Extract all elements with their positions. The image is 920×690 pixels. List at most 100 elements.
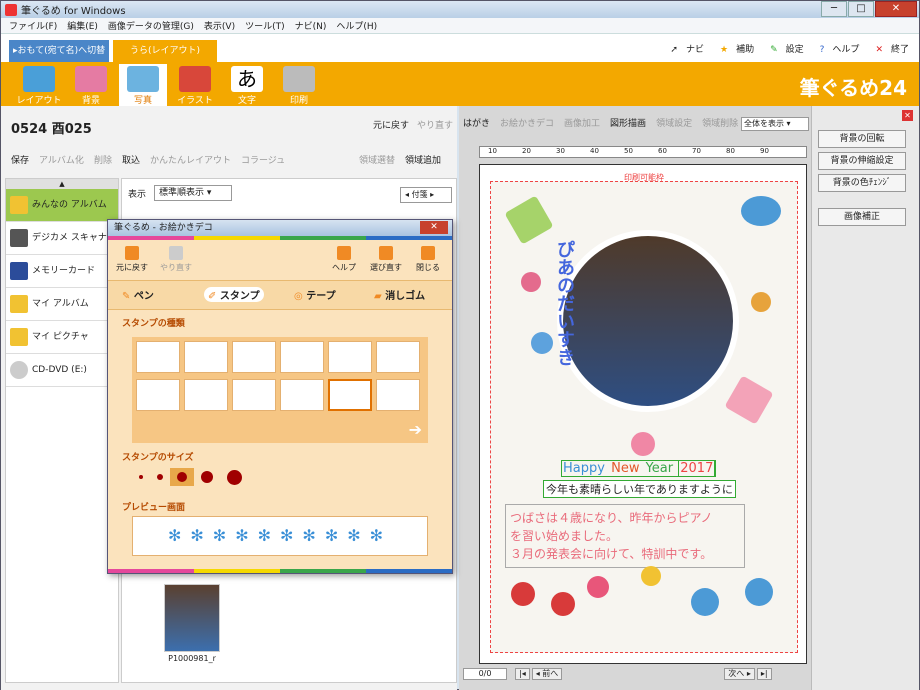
region-set-button[interactable]: 領域設定 — [656, 116, 692, 129]
tool-stamp[interactable]: ✐ スタンプ — [204, 287, 264, 302]
navi-link[interactable]: ➚ ナビ — [662, 42, 704, 55]
close-button[interactable]: ✕ — [875, 1, 917, 17]
stamp-butterflies[interactable] — [184, 341, 228, 373]
ribbon-background[interactable]: 背景 — [67, 64, 115, 106]
shape-draw-button[interactable]: 図形描画 — [610, 116, 646, 129]
last-page-button[interactable]: ▸| — [756, 668, 772, 680]
stamp-birds[interactable] — [232, 341, 276, 373]
happy-new-year-text[interactable]: Happy New Year 2017 — [561, 460, 717, 477]
stamp-bus[interactable] — [136, 379, 180, 411]
tab-front[interactable]: ▸おもて(宛て名)へ切替 — [9, 40, 109, 62]
sidebar-item-memory-card[interactable]: メモリーカード — [6, 255, 118, 288]
menu-view[interactable]: 表示(V) — [204, 19, 235, 32]
stamp-flowers[interactable] — [376, 379, 420, 411]
illust-icon — [179, 66, 211, 92]
dialog-exit-button[interactable]: 閉じる — [406, 246, 450, 273]
undo-button[interactable]: 元に戻す — [373, 118, 409, 131]
maximize-button[interactable]: □ — [848, 1, 874, 17]
sidebar-scroll-up[interactable]: ▲ — [6, 179, 118, 189]
albumize-button[interactable]: アルバム化 — [39, 153, 84, 166]
assist-link[interactable]: ★ 補助 — [712, 42, 754, 55]
settings-label: 設定 — [785, 45, 804, 55]
sidebar-item-cd-dvd[interactable]: CD-DVD (E:) — [6, 354, 118, 387]
sidebar-item-everyone-album[interactable]: みんなの アルバム — [6, 189, 118, 222]
stamp-drops[interactable] — [232, 379, 276, 411]
bg-stretch-button[interactable]: 背景の伸縮設定 — [818, 152, 906, 170]
stamp-notes[interactable] — [328, 341, 372, 373]
oekaki-deco-button[interactable]: お絵かきデコ — [500, 116, 554, 129]
menu-edit[interactable]: 編集(E) — [67, 19, 98, 32]
region-delete-button[interactable]: 領域削除 — [702, 116, 738, 129]
size-option-3-selected[interactable] — [170, 468, 194, 486]
stamp-paw[interactable] — [136, 341, 180, 373]
ribbon-illust[interactable]: イラスト — [171, 64, 219, 106]
region-replace-button[interactable]: 領域選替 — [359, 153, 395, 166]
dialog-reselect-button[interactable]: 選び直す — [364, 246, 408, 273]
print-area-label: 印刷可能枠 — [624, 173, 664, 182]
postcard-canvas[interactable]: 印刷可能枠 ぴあのだいすき Happy New Year 2017 今年も素晴ら… — [479, 164, 807, 664]
easy-layout-button[interactable]: かんたんレイアウト — [150, 153, 231, 166]
region-add-button[interactable]: 領域追加 — [405, 153, 441, 166]
stamp-candles[interactable] — [280, 379, 324, 411]
menu-help[interactable]: ヘルプ(H) — [336, 19, 377, 32]
menu-file[interactable]: ファイル(F) — [9, 19, 57, 32]
ribbon-text[interactable]: あ文字 — [223, 64, 271, 106]
dialog-close-button[interactable]: ✕ — [420, 221, 448, 234]
ruler-tick: 80 — [726, 147, 735, 155]
postcard-button[interactable]: はがき — [463, 116, 490, 129]
next-arrow-icon[interactable]: ➔ — [409, 420, 422, 439]
redo-button[interactable]: やり直す — [417, 118, 453, 131]
delete-button[interactable]: 削除 — [94, 153, 112, 166]
tool-label: スタンプ — [219, 291, 260, 302]
bg-rotate-button[interactable]: 背景の回転 — [818, 130, 906, 148]
greeting-line[interactable]: 今年も素晴らしい年でありますように — [543, 480, 736, 498]
size-option-1[interactable] — [139, 475, 143, 479]
menu-image-data[interactable]: 画像データの管理(G) — [108, 19, 194, 32]
child-photo[interactable] — [557, 230, 739, 412]
bg-color-change-button[interactable]: 背景の色ﾁｪﾝｼﾞ — [818, 174, 906, 192]
dialog-undo-button[interactable]: 元に戻す — [110, 246, 154, 273]
menu-navi[interactable]: ナビ(N) — [295, 19, 327, 32]
size-option-2[interactable] — [157, 474, 163, 480]
tool-eraser[interactable]: ▰ 消しゴム — [374, 287, 425, 302]
dialog-help-button[interactable]: ヘルプ — [322, 246, 366, 273]
stamp-fish[interactable] — [280, 341, 324, 373]
display-select[interactable]: 標準順表示 ▾ — [154, 185, 233, 201]
size-option-4[interactable] — [201, 471, 213, 483]
tool-pen[interactable]: ✎ ペン — [122, 287, 154, 302]
dialog-redo-button[interactable]: やり直す — [154, 246, 198, 273]
prev-page-button[interactable]: ◂ 前へ — [531, 668, 563, 680]
next-page-button[interactable]: 次へ ▸ — [724, 668, 755, 680]
photo-thumbnail[interactable]: P1000981_r — [152, 584, 232, 674]
stamp-holly[interactable] — [184, 379, 228, 411]
help-link[interactable]: ? ヘルプ — [812, 42, 860, 55]
ribbon-print[interactable]: 印刷 — [275, 64, 323, 106]
image-edit-button[interactable]: 画像加工 — [564, 116, 600, 129]
zoom-select[interactable]: 全体を表示 ▾ — [741, 117, 809, 131]
sidebar-item-camera[interactable]: デジカメ スキャナー — [6, 222, 118, 255]
sidebar-item-my-album[interactable]: マイ アルバム — [6, 288, 118, 321]
exit-link[interactable]: ✕ 終了 — [867, 42, 909, 55]
collage-button[interactable]: コラージュ — [241, 153, 285, 166]
settings-link[interactable]: ✎ 設定 — [762, 42, 804, 55]
sort-select[interactable]: ◂ 付箋 ▸ — [400, 187, 452, 203]
first-page-button[interactable]: |◂ — [515, 668, 530, 680]
stamp-snowflake[interactable] — [328, 379, 372, 411]
bird-decoration — [741, 196, 781, 226]
ribbon-photo[interactable]: 写真 — [119, 64, 167, 106]
ribbon-layout[interactable]: レイアウト — [15, 64, 63, 106]
sidebar-item-my-picture[interactable]: マイ ピクチャ — [6, 321, 118, 354]
text-icon: あ — [231, 66, 263, 92]
menu-tools[interactable]: ツール(T) — [245, 19, 285, 32]
import-button[interactable]: 取込 — [122, 153, 140, 166]
ribbon: レイアウト 背景 写真 イラスト あ文字 印刷 筆ぐるめ24 — [1, 62, 919, 106]
panel-close-icon[interactable]: ✕ — [902, 110, 913, 121]
image-correction-button[interactable]: 画像補正 — [818, 208, 906, 226]
tool-tape[interactable]: ◎ テープ — [294, 287, 336, 302]
tab-back[interactable]: うら(レイアウト) — [113, 40, 217, 62]
size-option-5[interactable] — [227, 469, 242, 485]
stamp-strawberries[interactable] — [376, 341, 420, 373]
message-text[interactable]: つばさは４歳になり、昨年からピアノ を習い始めました。 ３月の発表会に向けて、特… — [505, 504, 745, 568]
minimize-button[interactable]: ─ — [821, 1, 847, 17]
save-button[interactable]: 保存 — [11, 153, 29, 166]
